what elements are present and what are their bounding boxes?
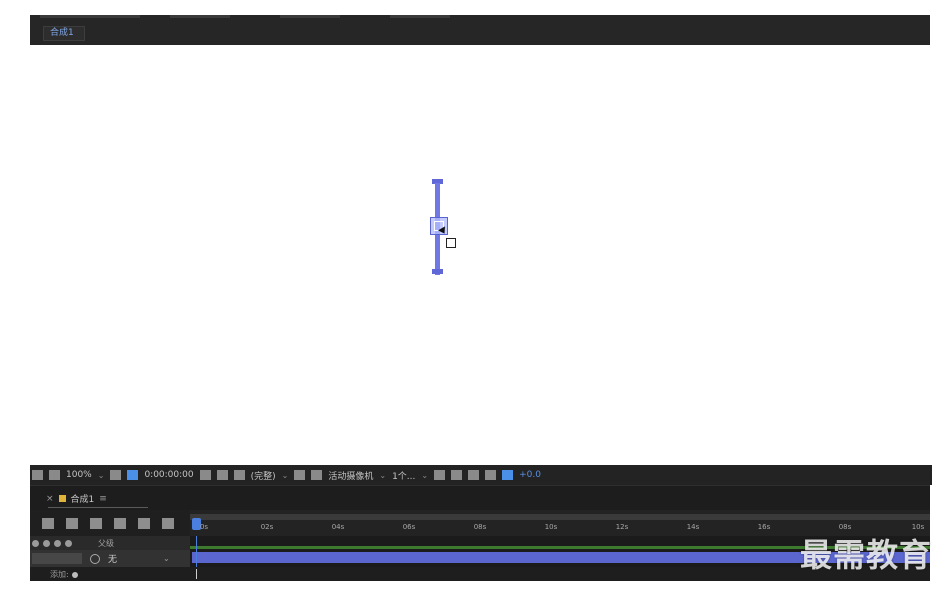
composition-tab-bar: 合成1 bbox=[30, 15, 930, 45]
parent-select[interactable]: 无 bbox=[108, 552, 117, 565]
active-tab-indicator bbox=[48, 507, 148, 508]
3d-renderer-icon[interactable] bbox=[468, 470, 480, 480]
ruler-tick-label: 02s bbox=[260, 523, 274, 531]
lock-switch-icon[interactable] bbox=[65, 539, 72, 547]
parent-column-label: 父级 bbox=[98, 538, 114, 548]
chevron-down-icon[interactable]: ⌄ bbox=[282, 471, 289, 480]
ruler-tick-label: 08s bbox=[473, 523, 487, 531]
panel-tab[interactable] bbox=[40, 15, 140, 18]
color-channel-icon[interactable] bbox=[233, 470, 245, 480]
timeline-bottom-row: 添加: bbox=[30, 567, 930, 581]
ruler-tick-label: 0s bbox=[199, 523, 209, 531]
ruler-tick-label: 14s bbox=[686, 523, 700, 531]
timecode[interactable]: 0:00:00:00 bbox=[144, 470, 193, 480]
resolution-select[interactable]: (完整) bbox=[251, 469, 276, 482]
fast-preview-icon[interactable] bbox=[294, 470, 306, 480]
video-switch-icon[interactable] bbox=[32, 539, 39, 547]
layer-column-header: 父级 bbox=[30, 536, 190, 550]
exposure-reset-icon[interactable] bbox=[502, 470, 514, 480]
camera-select[interactable]: 活动摄像机 bbox=[328, 469, 373, 482]
monitor-icon[interactable] bbox=[49, 470, 60, 480]
timeline-panel-header: × 合成1 ≡ bbox=[30, 485, 930, 511]
camera-snapshot-icon[interactable] bbox=[199, 470, 211, 480]
timeline-tab-label: 合成1 bbox=[70, 495, 95, 505]
layer-switches[interactable] bbox=[32, 553, 82, 564]
add-property-control[interactable]: 添加: bbox=[50, 569, 78, 580]
ruler-tick-label: 16s bbox=[757, 523, 771, 531]
solo-switch-icon[interactable] bbox=[54, 539, 61, 547]
chevron-down-icon[interactable]: ⌄ bbox=[98, 471, 105, 480]
panel-tab[interactable] bbox=[390, 15, 450, 18]
close-icon[interactable]: × bbox=[46, 494, 54, 504]
chevron-down-icon[interactable]: ⌄ bbox=[379, 471, 386, 480]
exposure-value[interactable]: +0.0 bbox=[519, 470, 541, 480]
always-preview-icon[interactable] bbox=[32, 470, 43, 480]
show-snapshot-icon[interactable] bbox=[216, 470, 228, 480]
fit-icon[interactable] bbox=[110, 470, 122, 480]
panel-tab[interactable] bbox=[170, 15, 230, 18]
grid-guides-icon[interactable] bbox=[451, 470, 463, 480]
toggle-pixel-aspect-icon[interactable] bbox=[434, 470, 446, 480]
parent-pickwhip-icon[interactable] bbox=[90, 553, 100, 564]
composition-color-icon bbox=[58, 495, 66, 502]
composition-mini-flowchart-icon[interactable] bbox=[42, 517, 54, 529]
ruler-tick-label: 12s bbox=[615, 523, 629, 531]
chevron-down-icon[interactable]: ⌄ bbox=[163, 554, 170, 563]
motion-blur-icon[interactable] bbox=[138, 517, 150, 529]
region-of-interest-icon[interactable] bbox=[127, 470, 139, 480]
timeline-tab[interactable]: × 合成1 ≡ bbox=[46, 492, 107, 506]
zoom-select[interactable]: 100% bbox=[66, 470, 92, 480]
panel-tab-strip bbox=[30, 15, 930, 23]
shy-layers-icon[interactable] bbox=[90, 517, 102, 529]
composition-viewer[interactable] bbox=[30, 45, 930, 465]
ruler-tick-label: 10s bbox=[544, 523, 558, 531]
add-menu-icon[interactable] bbox=[71, 571, 78, 578]
move-cursor-icon bbox=[446, 238, 456, 248]
watermark-logo: 最需教育 bbox=[800, 536, 933, 574]
chevron-down-icon[interactable]: ⌄ bbox=[421, 471, 428, 480]
text-cursor-icon bbox=[196, 569, 197, 579]
draft-3d-icon[interactable] bbox=[66, 517, 78, 529]
flowchart-icon[interactable] bbox=[485, 470, 497, 480]
transparency-grid-icon[interactable] bbox=[311, 470, 323, 480]
composition-tab[interactable]: 合成1 bbox=[43, 26, 85, 41]
audio-switch-icon[interactable] bbox=[43, 539, 50, 547]
add-label: 添加: bbox=[50, 570, 69, 579]
playhead-line bbox=[196, 536, 197, 567]
graph-editor-icon[interactable] bbox=[162, 517, 174, 529]
panel-tab[interactable] bbox=[280, 15, 340, 18]
ruler-tick-label: 06s bbox=[402, 523, 416, 531]
layer-row[interactable]: 无 ⌄ bbox=[30, 550, 190, 567]
shape-layer-bottom-handle[interactable] bbox=[432, 269, 443, 274]
ruler-tick-label: 04s bbox=[331, 523, 345, 531]
work-area-bar[interactable] bbox=[190, 514, 930, 520]
timeline-tools bbox=[30, 510, 190, 536]
views-select[interactable]: 1个... bbox=[392, 469, 415, 482]
panel-menu-icon[interactable]: ≡ bbox=[99, 494, 107, 504]
frame-blending-icon[interactable] bbox=[114, 517, 126, 529]
viewer-toolbar: 100% ⌄ 0:00:00:00 (完整) ⌄ 活动摄像机 ⌄ 1个... ⌄… bbox=[30, 465, 932, 485]
